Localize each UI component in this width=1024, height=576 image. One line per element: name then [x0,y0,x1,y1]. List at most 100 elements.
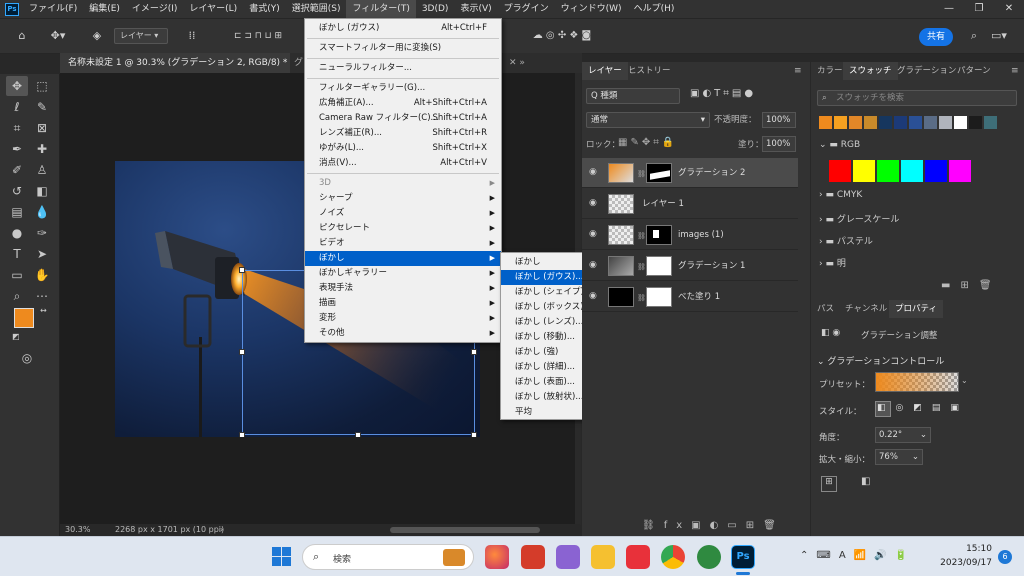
chrome-icon[interactable] [661,545,685,569]
rectangle-tool-icon[interactable]: ▭ [6,265,28,285]
layer-row[interactable]: ◉ ⛓ グラデーション 1 [582,251,798,281]
tab-patterns[interactable]: パターン [951,62,997,80]
transform-handle[interactable] [471,349,477,355]
blur-submenu-item[interactable]: ぼかし (ガウス)... [501,270,594,285]
recent-swatch[interactable] [819,116,832,129]
rgb-swatch[interactable] [853,160,875,182]
visibility-eye-icon[interactable]: ◉ [589,291,601,303]
visibility-eye-icon[interactable]: ◉ [589,229,601,241]
filter-menu-item[interactable]: スマートフィルター用に変換(S) [305,41,501,56]
app-icon-xmind[interactable] [521,545,545,569]
stamp-icon[interactable]: ♙ [31,160,53,180]
menu-view[interactable]: 表示(V) [454,0,497,18]
filter-menu-item[interactable]: ノイズ ▶ [305,206,501,221]
blur-submenu-item[interactable]: ぼかし (放射状)... [501,390,594,405]
menu-type[interactable]: 書式(Y) [243,0,286,18]
style-icons[interactable]: ◧◎◩▤▣ [877,403,987,413]
type-tool-icon[interactable]: T [6,244,28,264]
menu-edit[interactable]: 編集(E) [83,0,126,18]
recent-swatch[interactable] [954,116,967,129]
close-icon[interactable]: ✕ [994,0,1024,18]
app-icon-blender[interactable] [556,545,580,569]
auto-select-icon[interactable]: ◈ [86,27,108,45]
gradient-preset-preview[interactable] [875,372,959,392]
opacity-input[interactable]: 100% [762,112,796,128]
blur-submenu-item[interactable]: ぼかし (強) [501,345,594,360]
lock-icons[interactable]: ▦✎✥⌗🔒 [618,137,677,148]
blur-submenu-item[interactable]: ぼかし (移動)... [501,330,594,345]
menu-3d[interactable]: 3D(D) [416,0,455,18]
share-button[interactable]: 共有 [919,28,953,46]
menu-help[interactable]: ヘルプ(H) [628,0,681,18]
document-tab-close[interactable]: ✕ » [503,53,582,73]
layer-row[interactable]: ◉ レイヤー 1 [582,189,798,219]
frame-tool-icon[interactable]: ⊠ [31,118,53,138]
layer-row[interactable]: ◉ ⛓ images (1) [582,220,798,250]
recent-swatch[interactable] [849,116,862,129]
document-tab-2[interactable]: グ [290,53,304,73]
swap-colors-icon[interactable]: ↔ [40,306,47,315]
rgb-swatch[interactable] [829,160,851,182]
blur-submenu-item[interactable]: ぼかし [501,255,594,270]
layer-filter-kind[interactable]: Q 種類 [586,88,680,104]
swatch-group-rgb[interactable]: ⌄ ▬ RGB [819,140,860,150]
transform-controls-icon[interactable]: ⁞⁞ [182,27,202,45]
transform-handle[interactable] [239,349,245,355]
workspace-icon[interactable]: ▭▾ [988,27,1010,45]
filter-menu-item[interactable]: ニューラルフィルター... [305,61,501,76]
home-icon[interactable]: ⌂ [12,27,32,45]
filter-menu-item[interactable]: 描画 ▶ [305,296,501,311]
app-icon-green[interactable] [697,545,721,569]
tab-swatches[interactable]: スウォッチ [843,62,898,80]
eraser-icon[interactable]: ◧ [31,181,53,201]
zoom-tool-icon[interactable]: ⌕ [6,286,28,306]
rgb-swatch[interactable] [925,160,947,182]
menu-filter[interactable]: フィルター(T) [346,0,416,18]
menu-select[interactable]: 選択範囲(S) [286,0,347,18]
clock-time[interactable]: 15:10 [944,544,992,554]
filter-menu-item[interactable]: ぼかし ▶ [305,251,501,266]
gradient-icon[interactable]: ▤ [6,202,28,222]
filter-menu-item[interactable]: 変形 ▶ [305,311,501,326]
menu-plugins[interactable]: プラグイン [498,0,555,18]
recent-swatch[interactable] [864,116,877,129]
taskbar-search[interactable]: ⌕ 検索 [302,544,474,570]
rgb-swatch[interactable] [901,160,923,182]
filter-menu-item[interactable]: ぼかし (ガウス) Alt+Ctrl+F [305,21,501,36]
tab-channels[interactable]: チャンネル [839,300,893,318]
filter-menu-item[interactable]: ピクセレート ▶ [305,221,501,236]
swatch-group-light[interactable]: › ▬ 明 [819,256,846,269]
section-header[interactable]: ⌄ グラデーションコントロール [817,354,944,367]
zoom-level[interactable]: 30.3% [65,525,90,534]
history-brush-icon[interactable]: ↺ [6,181,28,201]
blur-submenu-item[interactable]: ぼかし (ボックス)... [501,300,594,315]
filter-menu-item[interactable]: 3D ▶ [305,176,501,191]
filter-menu-item[interactable]: シャープ ▶ [305,191,501,206]
notification-badge[interactable]: 6 [998,550,1012,564]
default-colors-icon[interactable]: ◩ [12,332,20,341]
brush-icon[interactable]: ✐ [6,160,28,180]
search-icon[interactable]: ⌕ [966,27,982,45]
swatch-bottom-icons[interactable]: ▬⊞🗑 [941,280,1002,291]
move-tool-icon[interactable]: ✥▾ [44,27,72,45]
app-icon-creative-cloud[interactable] [626,545,650,569]
filter-menu-item[interactable]: 消点(V)... Alt+Ctrl+V [305,156,501,171]
tray-icons[interactable]: ⌃⌨A📶🔊🔋 [800,550,915,561]
filter-menu-item[interactable]: その他 ▶ [305,326,501,341]
filter-menu-item[interactable]: レンズ補正(R)... Shift+Ctrl+R [305,126,501,141]
transform-handle[interactable] [471,432,477,437]
fill-input[interactable]: 100% [762,136,796,152]
status-arrow-icon[interactable]: › [220,525,223,534]
rgb-swatch[interactable] [877,160,899,182]
pen-icon[interactable]: ✑ [31,223,53,243]
blur-submenu-item[interactable]: ぼかし (シェイプ)... [501,285,594,300]
move-tool-icon[interactable]: ✥ [6,76,28,96]
recent-swatch[interactable] [879,116,892,129]
tab-history[interactable]: ヒストリー [622,62,677,80]
minimize-icon[interactable]: — [934,0,964,18]
align-with-layer-icon[interactable]: ⊞ [821,476,837,492]
layer-row[interactable]: ◉ ⛓ グラデーション 2 [582,158,798,188]
recent-swatch[interactable] [894,116,907,129]
app-icon-copilot[interactable] [485,545,509,569]
swatch-search-input[interactable]: ⌕ スウォッチを検索 [817,90,1017,106]
